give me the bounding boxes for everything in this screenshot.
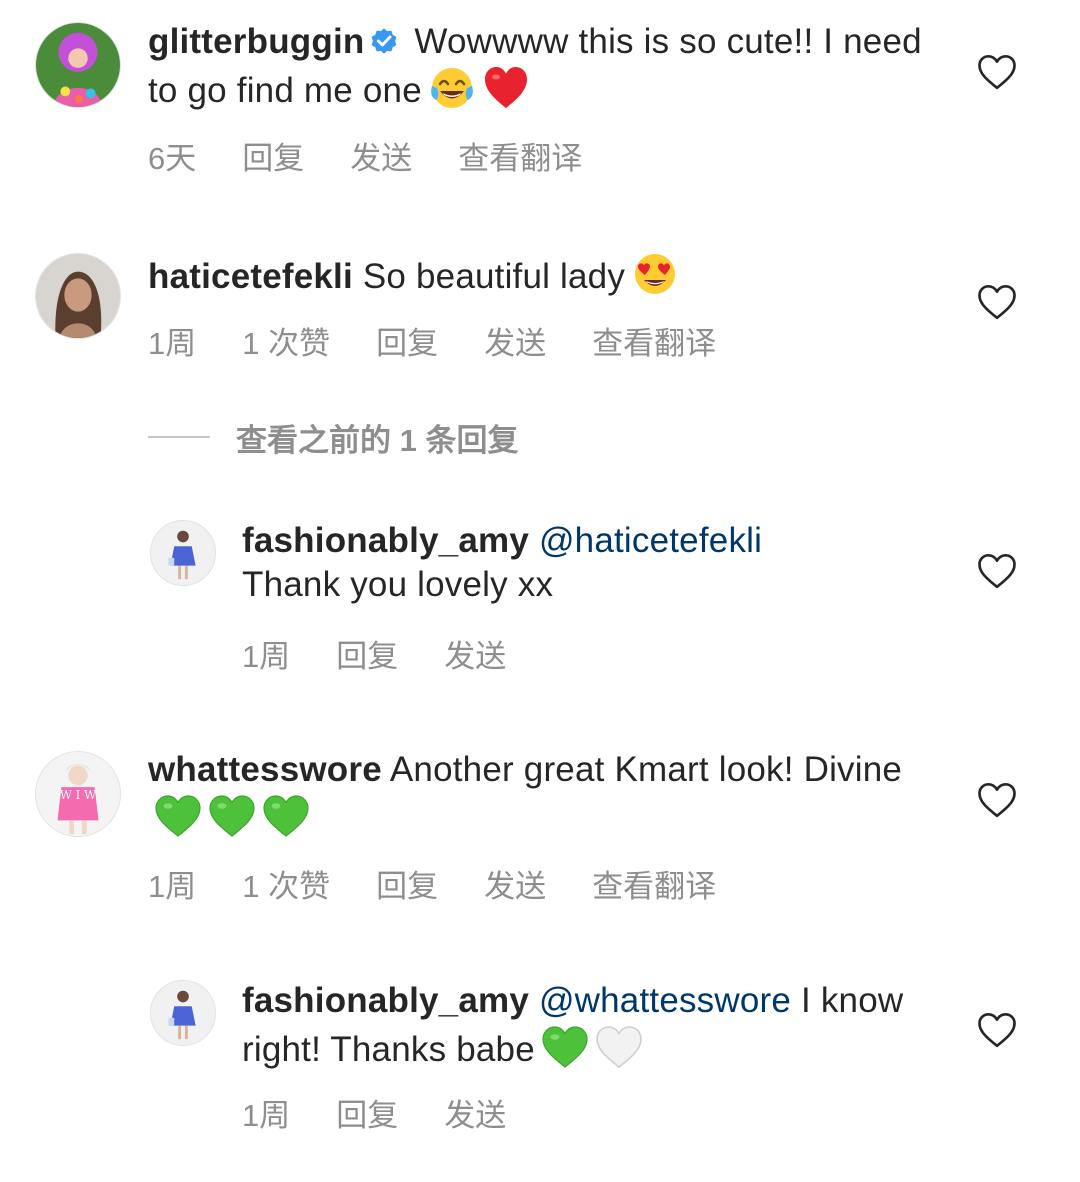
timestamp: 1周	[148, 326, 197, 361]
face-with-tears-of-joy-emoji	[428, 64, 476, 112]
comment-text: haticetefekli So beautiful lady	[148, 250, 938, 299]
username[interactable]: whattesswore	[148, 750, 382, 789]
translate-button[interactable]: 查看翻译	[592, 318, 716, 363]
timestamp: 6天	[148, 141, 197, 176]
like-heart-icon[interactable]	[977, 283, 1017, 321]
mention-link[interactable]: @whattesswore	[539, 981, 791, 1020]
send-button[interactable]: 发送	[484, 318, 546, 363]
avatar[interactable]	[150, 520, 216, 586]
send-button[interactable]: 发送	[444, 631, 506, 676]
reply-button[interactable]: 回复	[376, 318, 438, 363]
svg-text:W I W: W I W	[60, 788, 97, 802]
green-heart-emoji	[208, 792, 256, 840]
red-heart-emoji	[482, 64, 530, 112]
avatar[interactable]	[35, 253, 121, 339]
comment-meta: 1周 回复 发送	[242, 631, 552, 676]
translate-button[interactable]: 查看翻译	[458, 133, 582, 178]
reply-button[interactable]: 回复	[376, 861, 438, 906]
heart-eyes-emoji	[631, 250, 679, 298]
view-previous-replies-button[interactable]: 查看之前的 1 条回复	[148, 415, 518, 459]
comment-text: whattesswore Another great Kmart look! D…	[148, 748, 938, 841]
comment-body: Another great Kmart look! Divine	[389, 750, 903, 789]
divider	[148, 436, 210, 438]
likes-count[interactable]: 1 次赞	[242, 861, 330, 906]
comment-meta: 1周 回复 发送	[242, 1090, 552, 1135]
avatar[interactable]	[150, 980, 216, 1046]
like-heart-icon[interactable]	[977, 1011, 1017, 1049]
green-heart-emoji	[154, 792, 202, 840]
white-heart-emoji	[595, 1023, 643, 1071]
comment-text: fashionably_amy @haticetefekli Thank you…	[242, 519, 942, 607]
comment-body: Thank you lovely xx	[242, 565, 554, 604]
like-heart-icon[interactable]	[977, 781, 1017, 819]
green-heart-emoji	[262, 792, 310, 840]
comment-meta: 1周 1 次赞 回复 发送 查看翻译	[148, 318, 762, 363]
reply-button[interactable]: 回复	[242, 133, 304, 178]
username[interactable]: haticetefekli	[148, 257, 353, 296]
username[interactable]: glitterbuggin	[148, 22, 364, 61]
reply-button[interactable]: 回复	[336, 1090, 398, 1135]
send-button[interactable]: 发送	[444, 1090, 506, 1135]
comment-body: So beautiful lady	[362, 257, 626, 296]
timestamp: 1周	[242, 639, 291, 674]
verified-badge-icon	[368, 25, 400, 57]
comment-text: fashionably_amy @whattesswore I know rig…	[242, 979, 942, 1072]
view-replies-label[interactable]: 查看之前的 1 条回复	[236, 415, 518, 460]
username[interactable]: fashionably_amy	[242, 521, 529, 560]
send-button[interactable]: 发送	[484, 861, 546, 906]
mention-link[interactable]: @haticetefekli	[539, 521, 762, 560]
comment-meta: 1周 1 次赞 回复 发送 查看翻译	[148, 861, 762, 906]
translate-button[interactable]: 查看翻译	[592, 861, 716, 906]
avatar[interactable]	[35, 22, 121, 108]
avatar[interactable]: W I W	[35, 751, 121, 837]
comment-meta: 6天 回复 发送 查看翻译	[148, 133, 628, 178]
comment-text: glitterbuggin Wowwww this is so cute!! I…	[148, 20, 938, 113]
reply-button[interactable]: 回复	[336, 631, 398, 676]
like-heart-icon[interactable]	[977, 53, 1017, 91]
send-button[interactable]: 发送	[350, 133, 412, 178]
like-heart-icon[interactable]	[977, 552, 1017, 590]
likes-count[interactable]: 1 次赞	[242, 318, 330, 363]
green-heart-emoji	[541, 1023, 589, 1071]
username[interactable]: fashionably_amy	[242, 981, 529, 1020]
timestamp: 1周	[148, 869, 197, 904]
timestamp: 1周	[242, 1098, 291, 1133]
